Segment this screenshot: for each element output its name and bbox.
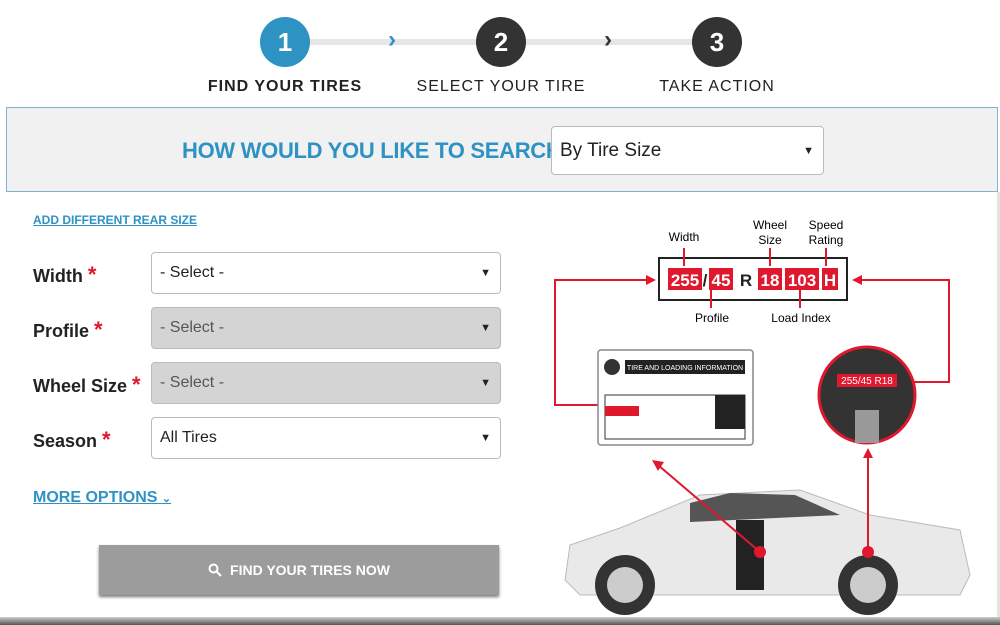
search-type-select[interactable]: By Tire Size ▼	[551, 126, 824, 175]
select-value: All Tires	[160, 429, 217, 446]
chevron-down-icon: ⌄	[161, 493, 172, 505]
label-speed: Speed	[809, 218, 844, 232]
search-type-band: HOW WOULD YOU LIKE TO SEARCH? By Tire Si…	[6, 107, 998, 192]
dropdown-arrow-icon: ▼	[480, 377, 491, 389]
sidewall-text: 255/45 R18	[841, 376, 893, 387]
dropdown-arrow-icon: ▼	[803, 144, 814, 157]
label-size: Size	[758, 233, 782, 247]
label-profile: Profile	[695, 311, 729, 325]
wheel-size-select[interactable]: - Select - ▼	[151, 362, 501, 404]
label-load-index: Load Index	[771, 311, 830, 325]
field-label-text: Season	[33, 431, 98, 451]
dropdown-arrow-icon: ▼	[480, 267, 491, 279]
label-rating: Rating	[809, 233, 844, 247]
code-load: 103	[788, 271, 816, 290]
field-label: Season *	[33, 427, 111, 453]
code-profile: 45	[712, 271, 731, 290]
select-value: - Select -	[160, 374, 225, 391]
field-label-text: Wheel Size	[33, 376, 128, 396]
field-label: Wheel Size *	[33, 372, 141, 398]
code-r: R	[740, 271, 752, 290]
page-bottom-shadow	[0, 617, 1000, 625]
step-2-label: SELECT YOUR TIRE	[416, 78, 586, 95]
required-mark: *	[94, 317, 103, 342]
code-width: 255	[671, 271, 699, 290]
step-3-label: TAKE ACTION	[659, 78, 775, 95]
placard-title: TIRE AND LOADING INFORMATION	[627, 365, 743, 372]
required-mark: *	[87, 262, 97, 287]
car-image	[564, 489, 971, 615]
more-options-link[interactable]: MORE OPTIONS ⌄	[33, 489, 171, 507]
season-select[interactable]: All Tires ▼	[151, 417, 501, 459]
search-icon	[208, 563, 222, 577]
field-label: Profile *	[33, 317, 103, 343]
code-speed: H	[824, 271, 836, 290]
more-options-label: MORE OPTIONS	[33, 489, 158, 506]
dropdown-arrow-icon: ▼	[480, 432, 491, 444]
step-1-label: FIND YOUR TIRES	[207, 78, 363, 95]
tire-size-diagram: Width Wheel Size Speed Rating 255 / 45 R…	[554, 218, 971, 615]
code-wheel: 18	[761, 271, 780, 290]
field-label: Width *	[33, 262, 96, 288]
dropdown-arrow-icon: ▼	[480, 322, 491, 334]
add-rear-size-link[interactable]: ADD DIFFERENT REAR SIZE	[33, 213, 197, 227]
chevron-right-icon: ›	[604, 26, 612, 53]
field-label-text: Profile	[33, 321, 90, 341]
code-sep: /	[703, 271, 708, 290]
label-wheel: Wheel	[753, 218, 787, 232]
progress-steps: 1 2 3 › › FIND YOUR TIRES SELECT YOUR TI…	[0, 0, 1000, 105]
width-select[interactable]: - Select - ▼	[151, 252, 501, 294]
select-value: - Select -	[160, 264, 225, 281]
select-value: - Select -	[160, 319, 225, 336]
profile-select[interactable]: - Select - ▼	[151, 307, 501, 349]
label-width: Width	[669, 230, 700, 244]
search-question: HOW WOULD YOU LIKE TO SEARCH?	[182, 138, 575, 163]
find-tires-label: FIND YOUR TIRES NOW	[230, 562, 390, 578]
find-tires-button[interactable]: FIND YOUR TIRES NOW	[99, 545, 499, 595]
step-3-circle: 3	[692, 17, 742, 67]
step-2-circle: 2	[476, 17, 526, 67]
required-mark: *	[102, 427, 111, 452]
step-1-circle: 1	[260, 17, 310, 67]
required-mark: *	[132, 372, 141, 397]
field-label-text: Width	[33, 266, 83, 286]
chevron-right-icon: ›	[388, 26, 396, 53]
search-type-value: By Tire Size	[560, 139, 662, 161]
